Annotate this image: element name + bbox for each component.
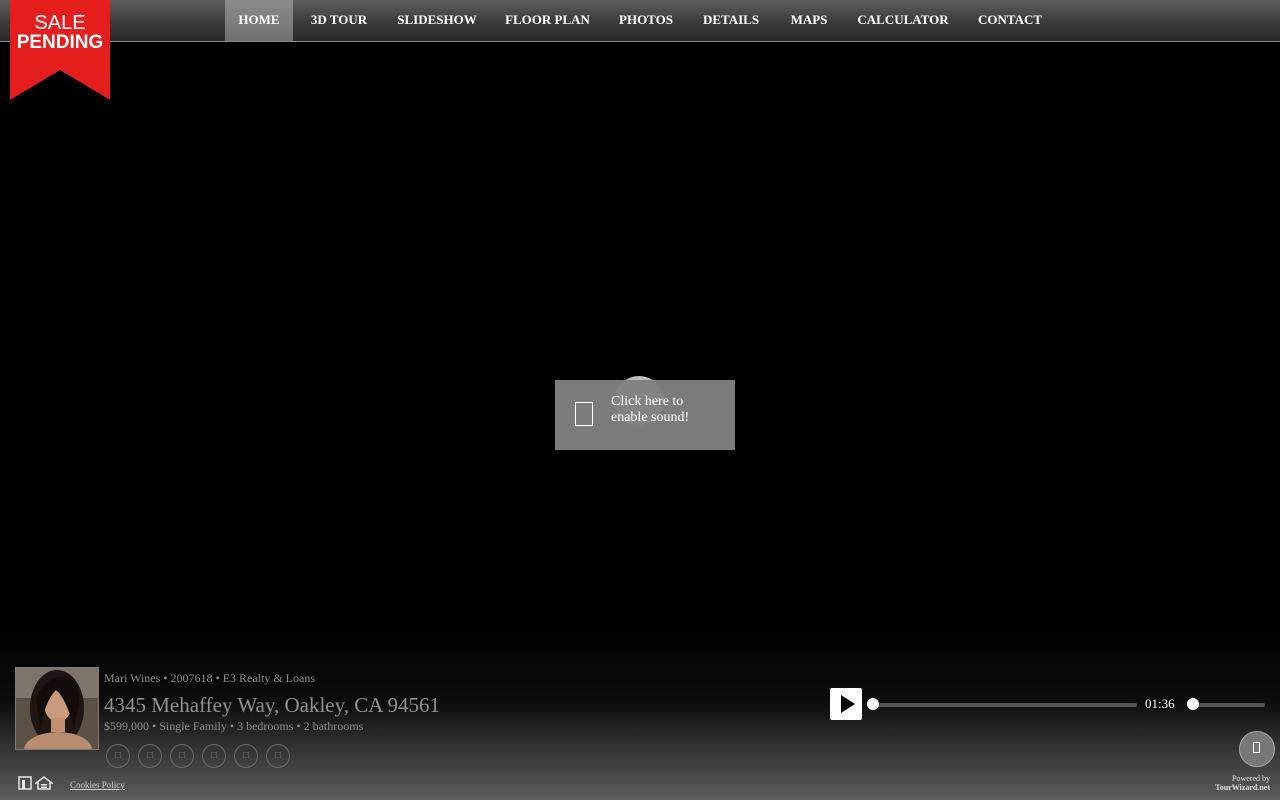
sale-pending-ribbon: SALE PENDING xyxy=(10,0,110,100)
powered-by-label: Powered by xyxy=(1232,774,1270,783)
property-facts: $599,000 • Single Family • 3 bedrooms • … xyxy=(104,719,364,733)
social-icon-1[interactable]: □ xyxy=(106,744,130,768)
social-icon-3[interactable]: □ xyxy=(170,744,194,768)
social-icon-2[interactable]: □ xyxy=(138,744,162,768)
nav-slideshow[interactable]: SLIDESHOW xyxy=(386,0,488,41)
nav-maps[interactable]: MAPS xyxy=(779,0,839,41)
volume-bar[interactable] xyxy=(1193,703,1265,707)
fullscreen-button[interactable] xyxy=(1239,731,1275,767)
agent-info: Mari Wines • 2007618 • E3 Realty & Loans xyxy=(104,671,316,685)
agent-portrait xyxy=(16,668,98,749)
playback-time: 01:36 xyxy=(1145,696,1175,711)
ribbon-pending-text: PENDING xyxy=(16,32,104,53)
nav-3d-tour[interactable]: 3D TOUR xyxy=(297,0,381,41)
social-icon-4[interactable]: □ xyxy=(202,744,226,768)
seek-handle[interactable] xyxy=(867,698,879,710)
realtor-icon xyxy=(18,776,32,790)
nav-photos[interactable]: PHOTOS xyxy=(608,0,684,41)
nav-floor-plan[interactable]: FLOOR PLAN xyxy=(496,0,599,41)
nav-contact[interactable]: CONTACT xyxy=(967,0,1053,41)
seek-bar[interactable] xyxy=(873,703,1137,707)
nav-home[interactable]: HOME xyxy=(225,0,293,41)
cookies-policy-link[interactable]: Cookies Policy xyxy=(70,780,125,790)
social-icon-5[interactable]: □ xyxy=(234,744,258,768)
powered-by[interactable]: Powered by TourWizard.net xyxy=(1215,774,1270,792)
agent-photo xyxy=(15,667,99,750)
top-navbar: HOME 3D TOUR SLIDESHOW FLOOR PLAN PHOTOS… xyxy=(0,0,1280,42)
nav-details[interactable]: DETAILS xyxy=(693,0,769,41)
property-address: 4345 Mehaffey Way, Oakley, CA 94561 xyxy=(104,693,440,717)
speaker-icon xyxy=(575,402,593,426)
volume-handle[interactable] xyxy=(1187,698,1199,710)
nav-calculator[interactable]: CALCULATOR xyxy=(849,0,957,41)
powered-by-site: TourWizard.net xyxy=(1215,783,1270,792)
enable-sound-prompt[interactable]: Click here to enable sound! xyxy=(555,380,735,450)
equal-housing-icon xyxy=(35,776,53,790)
social-icon-6[interactable]: □ xyxy=(266,744,290,768)
play-icon xyxy=(841,695,855,713)
enable-sound-text: Click here to enable sound! xyxy=(611,394,690,425)
fullscreen-icon xyxy=(1253,742,1260,753)
play-button[interactable] xyxy=(830,688,862,720)
